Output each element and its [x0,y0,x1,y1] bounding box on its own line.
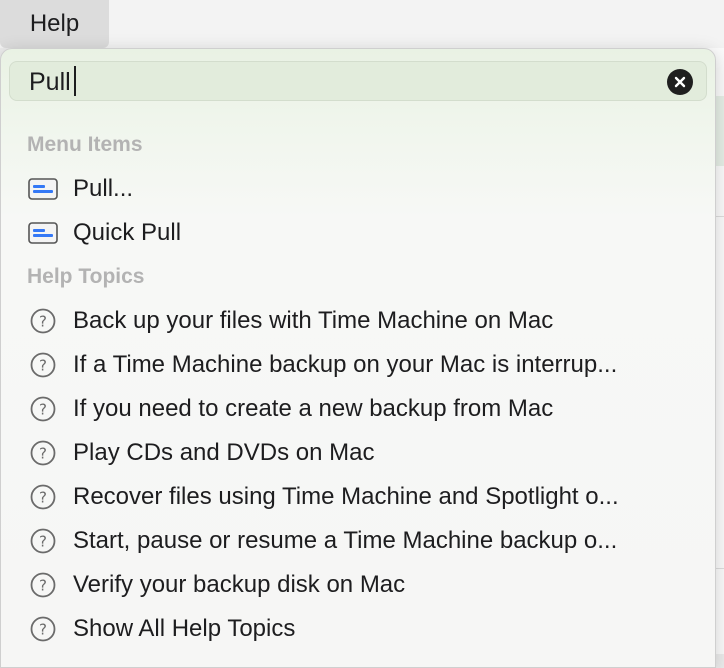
menu-item-icon [27,173,59,205]
help-menu-popup: Pull Menu Items Pull... Quick Pull Help … [0,48,716,668]
help-search-field[interactable]: Pull [9,61,707,101]
svg-text:?: ? [39,357,47,375]
menu-item-result[interactable]: Quick Pull [27,212,697,254]
question-mark-icon: ? [27,613,59,645]
help-topic-item[interactable]: ? If you need to create a new backup fro… [27,388,697,430]
question-mark-icon: ? [27,437,59,469]
question-mark-icon: ? [27,481,59,513]
question-mark-icon: ? [27,349,59,381]
menu-item-label: Pull... [73,175,134,202]
help-topic-item[interactable]: ? Back up your files with Time Machine o… [27,300,697,342]
clear-search-button[interactable] [667,69,693,95]
question-mark-icon: ? [27,569,59,601]
svg-text:?: ? [39,489,47,507]
help-topic-label: Show All Help Topics [73,615,296,642]
help-topic-label: If a Time Machine backup on your Mac is … [73,351,618,378]
question-mark-icon: ? [27,393,59,425]
close-icon [674,76,686,88]
svg-text:?: ? [39,401,47,419]
svg-text:?: ? [39,445,47,463]
help-topic-label: Recover files using Time Machine and Spo… [73,483,619,510]
help-menu-label: Help [29,10,80,37]
help-topic-item[interactable]: ? Verify your backup disk on Mac [27,564,697,606]
menu-item-icon [27,217,59,249]
question-mark-icon: ? [27,525,59,557]
section-header-help-topics: Help Topics [27,265,145,288]
menu-bar: Help [0,0,724,48]
help-menu[interactable]: Help [0,0,109,48]
svg-text:?: ? [39,313,47,331]
help-topic-item[interactable]: ? Play CDs and DVDs on Mac [27,432,697,474]
help-topic-label: Play CDs and DVDs on Mac [73,439,375,466]
help-search-input[interactable]: Pull [29,66,76,97]
svg-text:?: ? [39,577,47,595]
menu-item-label: Quick Pull [73,219,182,246]
help-topic-item[interactable]: ? Start, pause or resume a Time Machine … [27,520,697,562]
svg-text:?: ? [39,533,47,551]
help-topic-label: Back up your files with Time Machine on … [73,307,554,334]
menu-item-result[interactable]: Pull... [27,168,697,210]
svg-text:?: ? [39,621,47,639]
question-mark-icon: ? [27,305,59,337]
show-all-help-topics[interactable]: ? Show All Help Topics [27,608,697,650]
section-header-menu-items: Menu Items [27,133,143,156]
help-topic-label: Start, pause or resume a Time Machine ba… [73,527,618,554]
help-topic-item[interactable]: ? Recover files using Time Machine and S… [27,476,697,518]
help-topic-label: Verify your backup disk on Mac [73,571,406,598]
help-topic-label: If you need to create a new backup from … [73,395,554,422]
help-topic-item[interactable]: ? If a Time Machine backup on your Mac i… [27,344,697,386]
text-caret [73,66,76,97]
